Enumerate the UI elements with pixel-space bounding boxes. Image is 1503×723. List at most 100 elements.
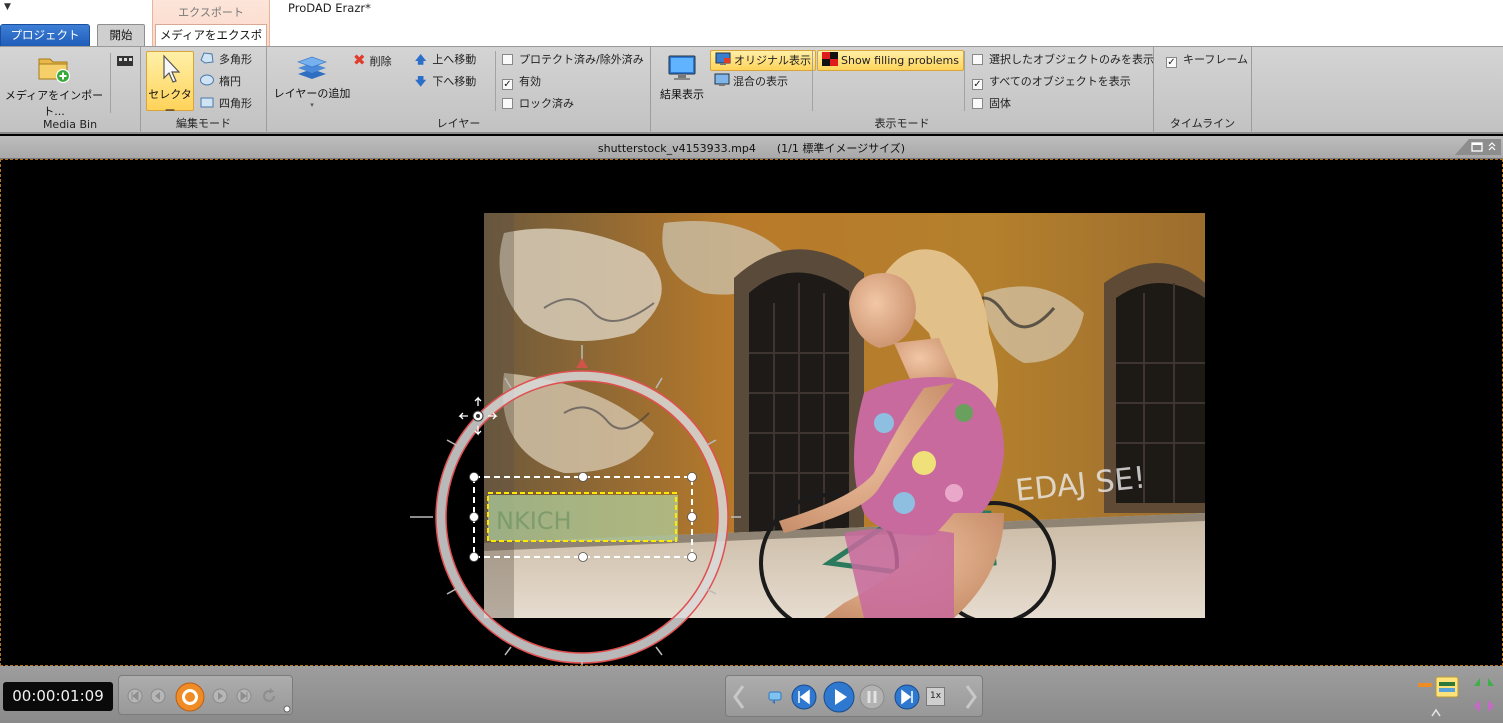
enabled-checkbox[interactable]: ✓ 有効 [502, 72, 541, 92]
loop-icon[interactable] [766, 688, 784, 706]
keyframe-checkbox[interactable]: ✓ キーフレーム [1166, 50, 1248, 70]
show-filling-problems-button[interactable]: Show filling problems [817, 50, 964, 71]
maximize-icon[interactable] [1470, 138, 1482, 152]
skip-forward-icon[interactable] [894, 684, 920, 710]
move-down-label: 下へ移動 [432, 75, 477, 88]
solid-label: 固体 [989, 97, 1011, 110]
group-edit-mode: セレクター 多角形 楕円 四角形 編集モード [141, 47, 267, 133]
app-title: ProDAD Erazr* [288, 1, 371, 15]
rectangle-label: 四角形 [219, 97, 252, 110]
play-icon[interactable] [823, 681, 855, 713]
rectangle-button[interactable]: 四角形 [199, 94, 252, 114]
all-objects-checkbox[interactable]: ✓ すべてのオブジェクトを表示 [972, 72, 1131, 92]
polygon-button[interactable]: 多角形 [199, 50, 252, 70]
speed-button[interactable]: 1x [926, 687, 945, 706]
group-layer: レイヤーの追加 ▾ ✖ 削除 🡅 上へ移動 🡇 下へ移動 プロテクト済み/除外済み ✓… [267, 47, 651, 133]
move-up-button[interactable]: 🡅 上へ移動 [415, 50, 476, 70]
delete-button[interactable]: ✖ 削除 [353, 50, 392, 70]
layout-strip-icon[interactable] [1418, 683, 1432, 687]
protected-label: プロテクト済み/除外済み [519, 53, 644, 66]
layers-icon [297, 56, 327, 79]
result-view-button[interactable]: 結果表示 [656, 53, 708, 113]
result-view-label: 結果表示 [660, 88, 704, 101]
protected-checkbox-box [502, 54, 513, 65]
monitor-small-icon [715, 52, 731, 65]
quick-access-dropdown-icon[interactable]: ▼ [4, 2, 11, 12]
viewer-header: shutterstock_v4153933.mp4 (1/1 標準イメージサイズ… [0, 136, 1503, 159]
keyframe-checkbox-box: ✓ [1166, 57, 1177, 68]
blend-view-button[interactable]: 混合の表示 [714, 72, 788, 92]
original-view-label: オリジナル表示 [734, 54, 811, 67]
video-viewer[interactable]: EDAJ SE! NKICH [0, 159, 1503, 666]
move-down-button[interactable]: 🡇 下へ移動 [415, 72, 476, 92]
mask-selection-box[interactable] [469, 472, 697, 562]
file-name: shutterstock_v4153933.mp4 [597, 142, 756, 155]
delete-label: 削除 [369, 55, 392, 68]
image-size-mode[interactable]: 標準イメージサイズ) [802, 142, 905, 155]
locked-checkbox-box [502, 98, 513, 109]
expand-up-icon[interactable] [1474, 678, 1494, 686]
protected-checkbox[interactable]: プロテクト済み/除外済み [502, 50, 644, 70]
enabled-checkbox-box: ✓ [502, 79, 513, 90]
enabled-label: 有効 [519, 75, 541, 88]
transport-bar: 00:00:01:09 1x [0, 666, 1503, 723]
record-icon[interactable] [175, 682, 205, 712]
settings-small-icon[interactable] [282, 704, 292, 714]
record-controls [118, 675, 293, 715]
next-frame-icon[interactable] [212, 688, 228, 704]
last-frame-icon[interactable] [236, 688, 252, 704]
move-up-label: 上へ移動 [432, 53, 477, 66]
chevron-left-icon[interactable] [732, 684, 746, 710]
filling-problems-icon [822, 52, 838, 66]
skip-back-icon[interactable] [791, 684, 817, 710]
polygon-label: 多角形 [219, 53, 252, 66]
monitor-icon [668, 55, 696, 80]
selector-label: セレクター [148, 88, 192, 117]
viewer-file-info: shutterstock_v4153933.mp4 (1/1 標準イメージサイズ… [0, 140, 1503, 156]
group-label-display-mode: 表示モード [874, 117, 930, 130]
layout-panel-icon[interactable] [1435, 676, 1459, 698]
add-layer-button[interactable]: レイヤーの追加 ▾ [271, 51, 353, 113]
arrow-down-icon: 🡇 [415, 75, 427, 88]
prev-frame-icon[interactable] [150, 688, 166, 704]
first-frame-icon[interactable] [127, 688, 143, 704]
blend-monitor-icon [714, 73, 730, 86]
solid-checkbox[interactable]: 固体 [972, 94, 1011, 114]
film-strip-icon[interactable] [116, 55, 134, 67]
add-layer-label: レイヤーの追加 [273, 87, 351, 100]
delete-x-icon: ✖ [353, 51, 366, 69]
group-display-mode: 結果表示 オリジナル表示 混合の表示 Show filling problems… [651, 47, 1154, 133]
keyframe-label: キーフレーム [1183, 53, 1249, 66]
import-media-button[interactable]: メディアをインポート... [2, 51, 106, 118]
folder-add-icon [38, 58, 71, 83]
refresh-icon[interactable] [260, 687, 278, 705]
expand-side-icon[interactable] [1474, 700, 1494, 712]
view-layout-icons [1418, 676, 1494, 717]
solid-checkbox-box [972, 98, 983, 109]
tab-project[interactable]: プロジェクト [0, 24, 90, 46]
context-group-label: エクスポート [178, 6, 244, 19]
locked-checkbox[interactable]: ロック済み [502, 94, 574, 114]
all-objects-checkbox-box: ✓ [972, 79, 983, 90]
group-label-timeline: タイムライン [1169, 117, 1236, 130]
timecode-display: 00:00:01:09 [3, 682, 113, 711]
chevron-right-icon[interactable] [964, 684, 978, 710]
selector-button[interactable]: セレクター [146, 51, 194, 117]
import-media-label: メディアをインポート... [4, 89, 104, 118]
group-label-layer: レイヤー [436, 117, 481, 130]
selected-only-checkbox-box [972, 54, 983, 65]
tab-start[interactable]: 開始 [97, 24, 145, 46]
pause-icon[interactable] [859, 684, 885, 710]
polygon-icon [200, 52, 214, 64]
collapse-up-icon[interactable] [1431, 708, 1441, 717]
selected-only-checkbox[interactable]: 選択したオブジェクトのみを表示 [972, 50, 1154, 70]
group-label-edit-mode: 編集モード [176, 117, 231, 130]
locked-label: ロック済み [519, 97, 574, 110]
original-view-button[interactable]: オリジナル表示 [710, 50, 816, 71]
ellipse-button[interactable]: 楕円 [199, 72, 241, 92]
ellipse-label: 楕円 [219, 75, 241, 88]
collapse-icon[interactable] [1487, 138, 1499, 152]
mask-overlay [410, 345, 741, 665]
tab-export-media[interactable]: メディアをエクスポート [155, 24, 267, 63]
frame-info: (1/1 [776, 142, 799, 155]
